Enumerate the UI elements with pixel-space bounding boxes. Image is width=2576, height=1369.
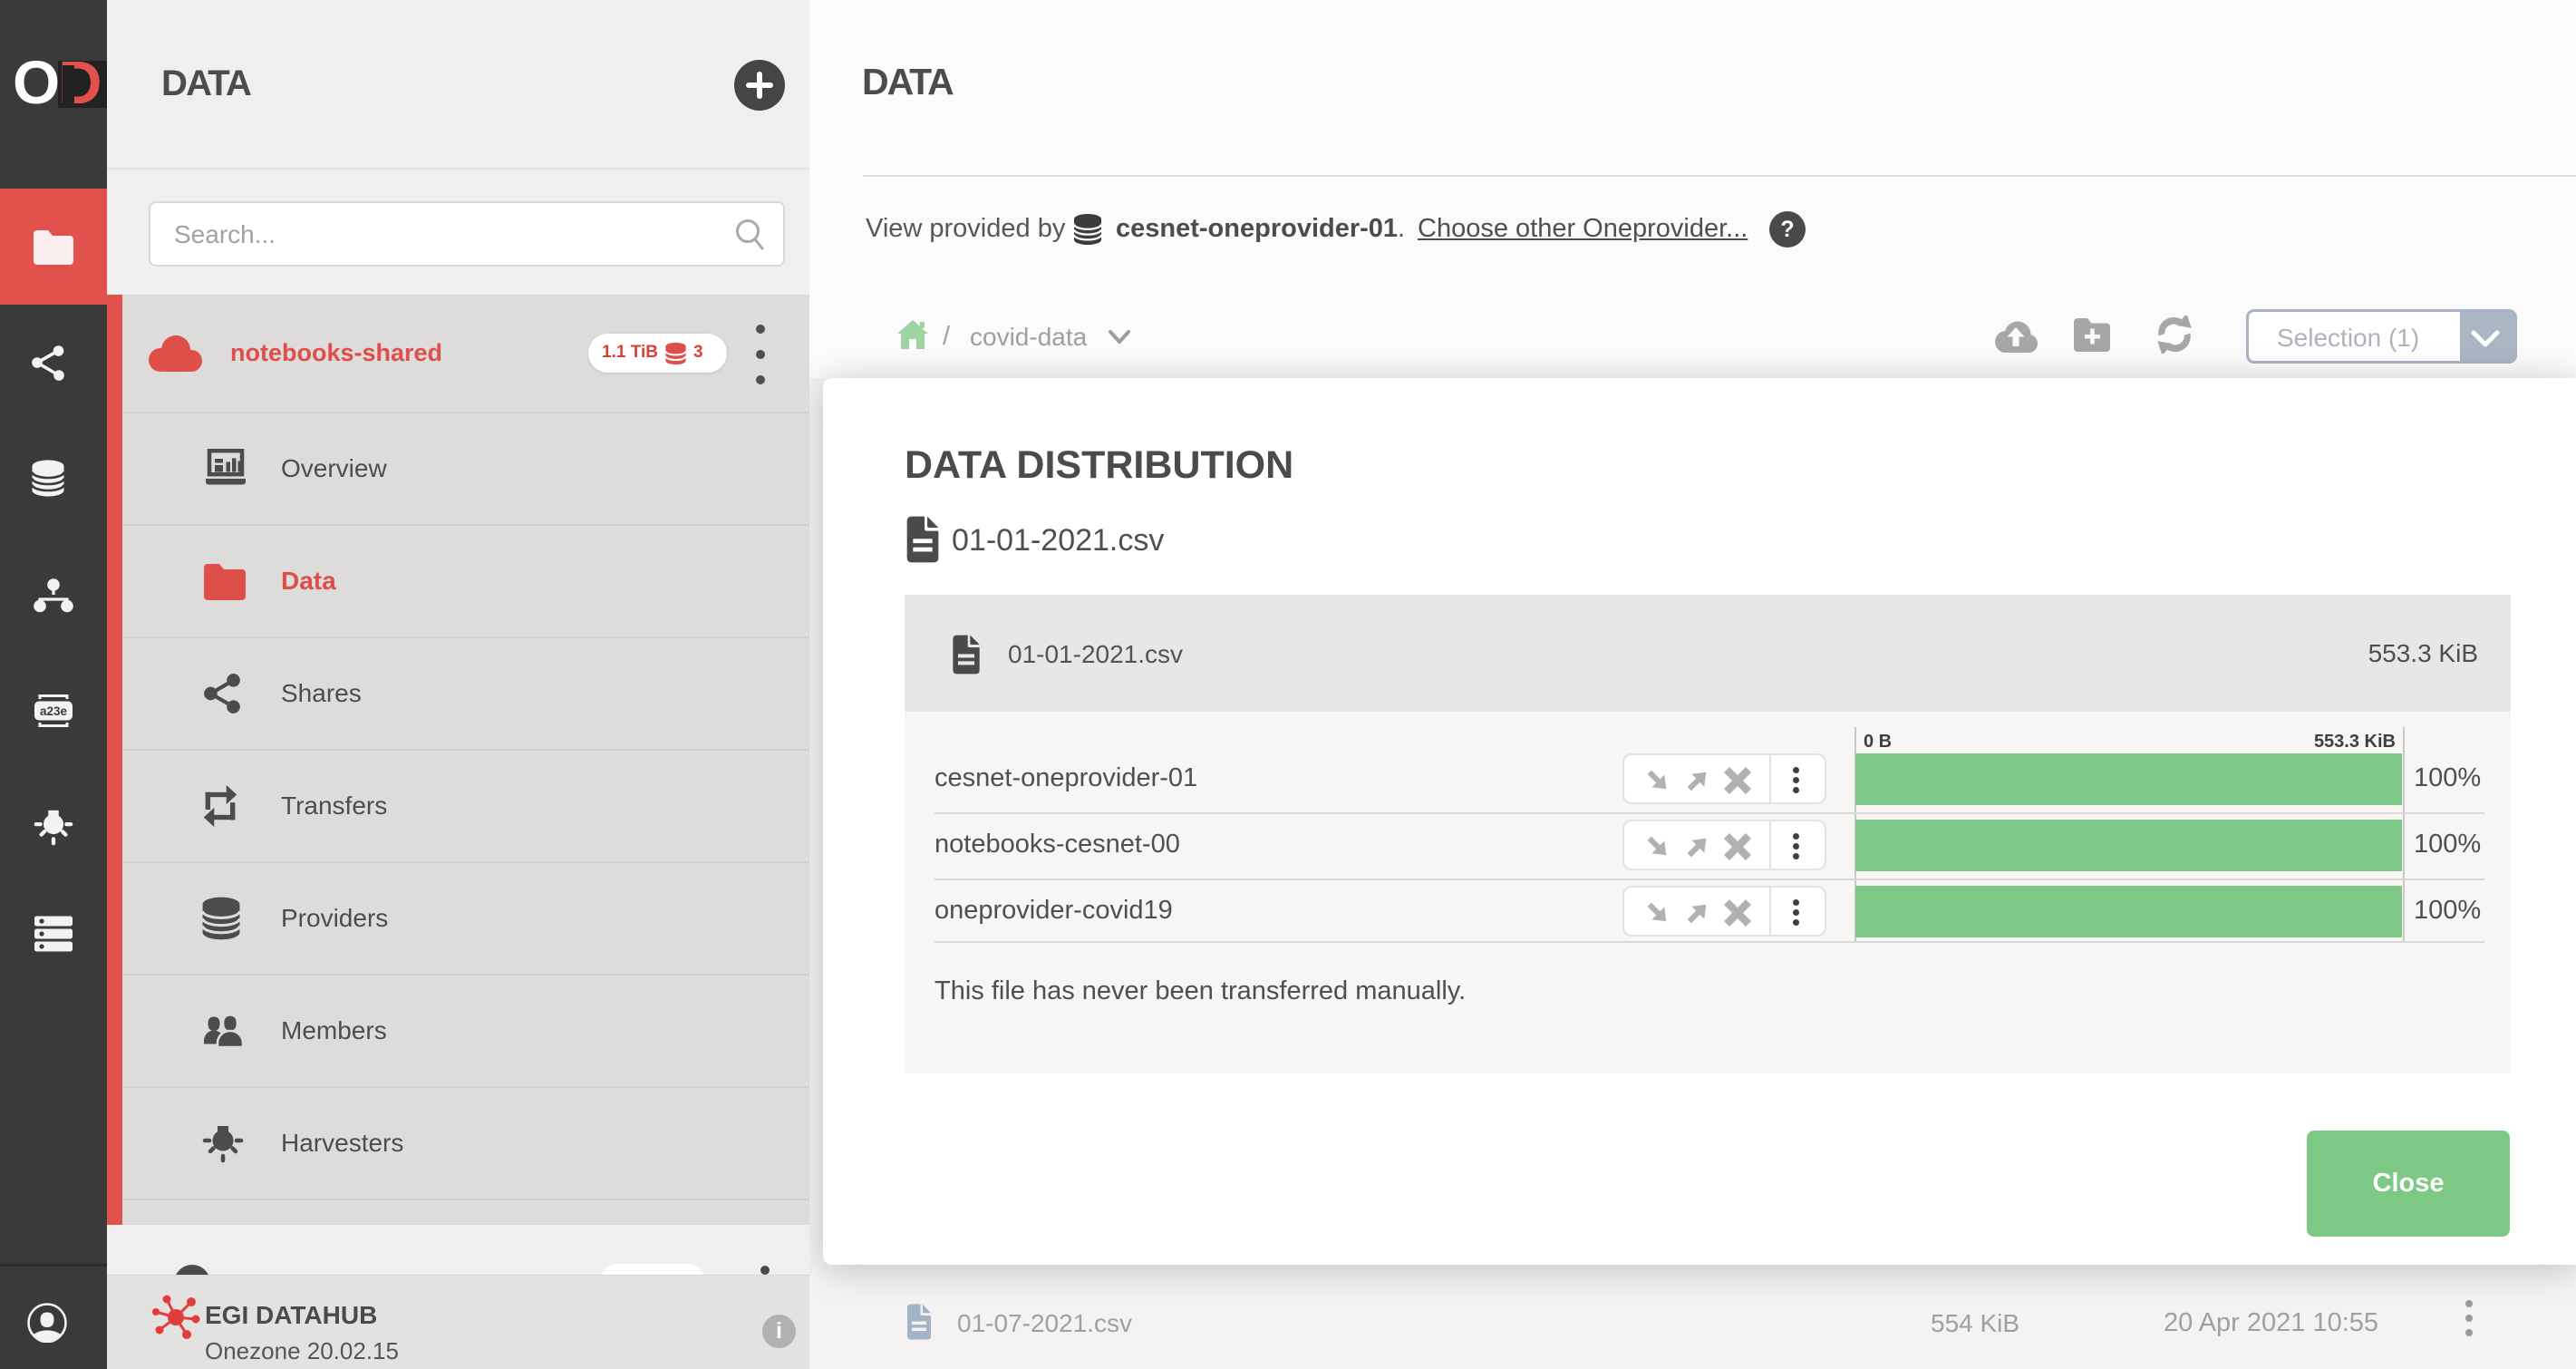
svg-text:a23e: a23e bbox=[40, 704, 68, 718]
